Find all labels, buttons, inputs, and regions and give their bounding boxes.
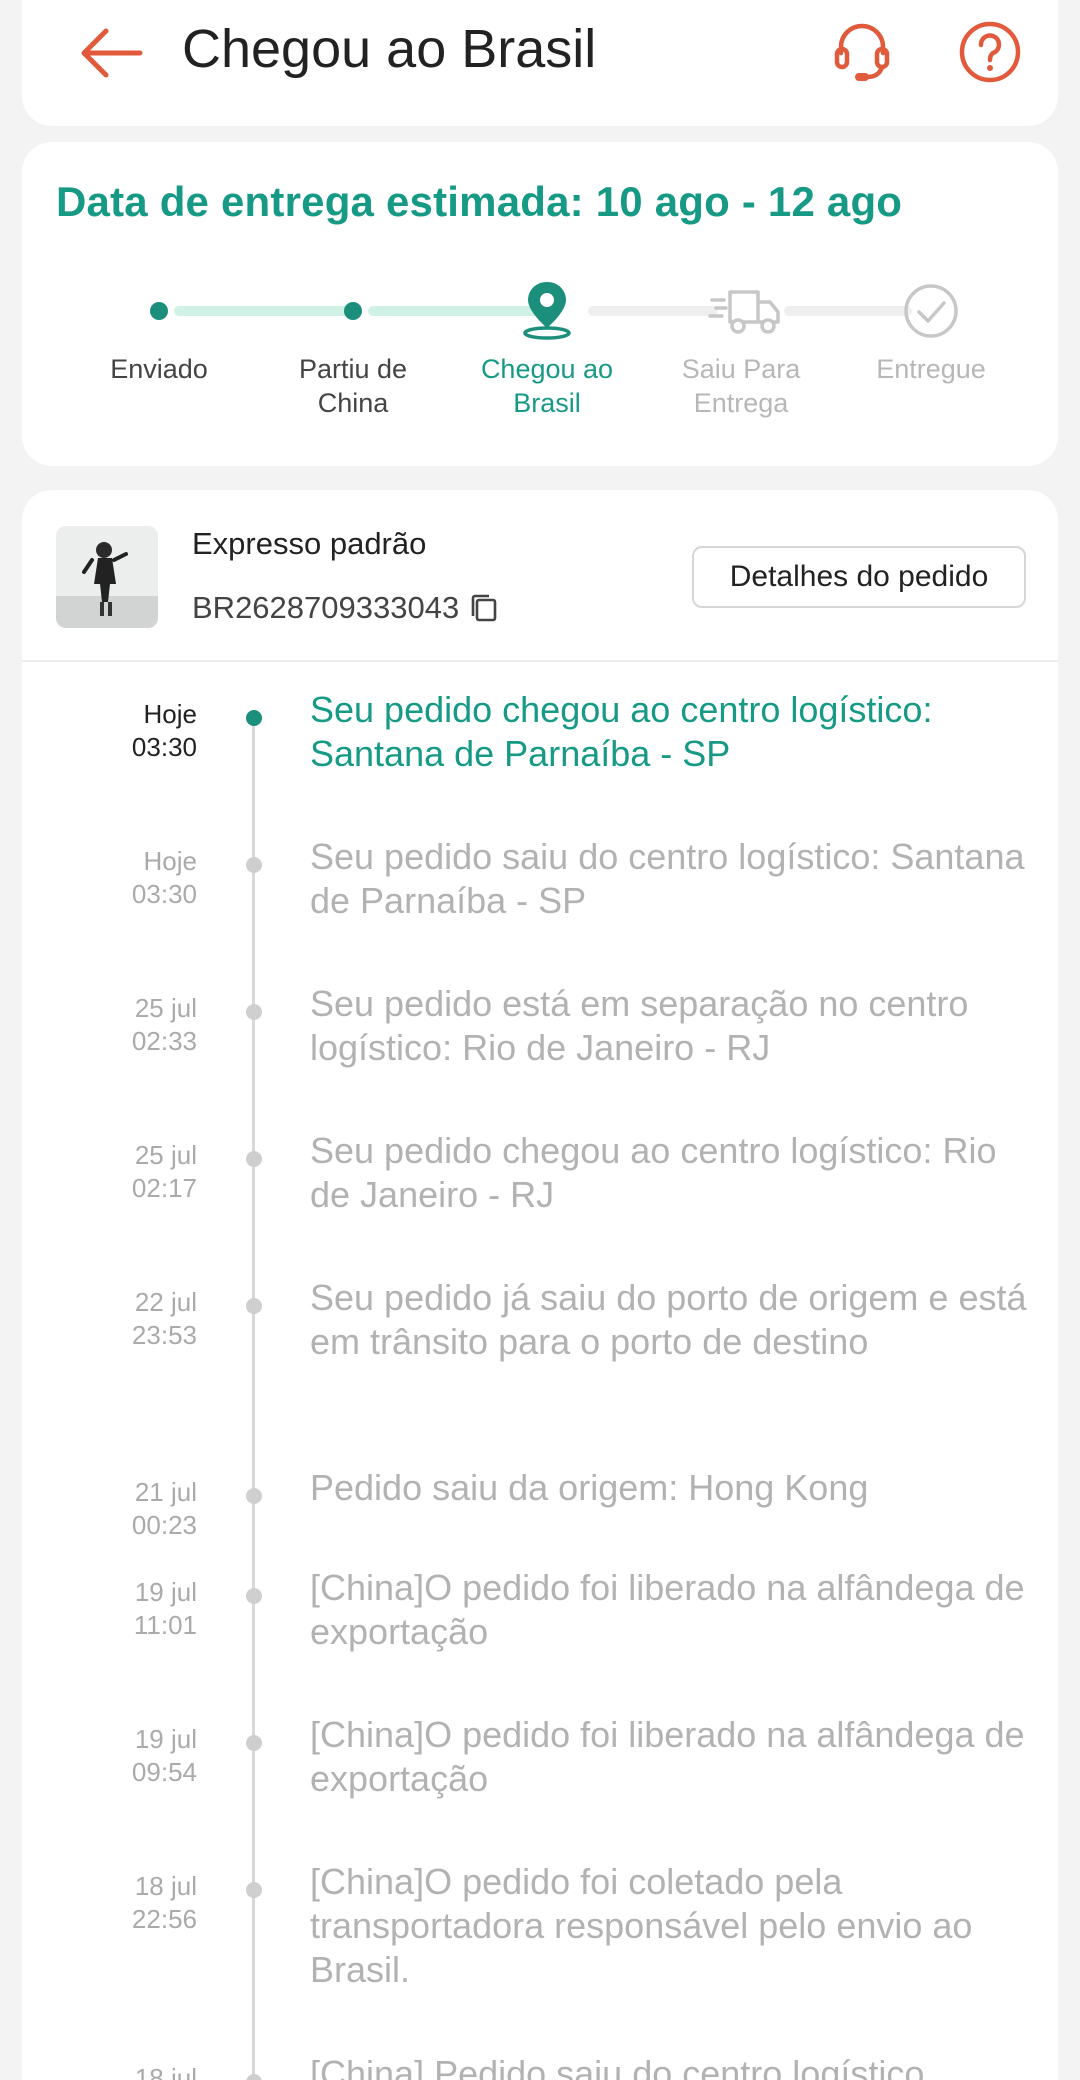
- tracking-page: Chegou ao Brasil Data de entrega estimad…: [0, 0, 1080, 2080]
- step-chegou-label: Chegou ao Brasil: [462, 352, 632, 420]
- event-text: Seu pedido chegou ao centro logístico: S…: [310, 689, 933, 774]
- event-time: 02:17: [131, 1173, 197, 1203]
- event-day: 19 jul: [134, 1724, 197, 1754]
- event-text: Seu pedido já saiu do porto de origem e …: [310, 1277, 1027, 1362]
- timeline-dot: [246, 1151, 262, 1167]
- step-saiu-label: Saiu Para Entrega: [656, 352, 826, 420]
- event-day: 19 jul: [134, 1577, 197, 1607]
- timeline-dot: [246, 1588, 262, 1604]
- step-label-line: Entrega: [693, 388, 789, 418]
- divider: [22, 660, 1058, 662]
- event-date: 18 jul: [72, 2062, 197, 2080]
- event-date: 22 jul 23:53: [72, 1286, 197, 1352]
- event-time: 03:30: [131, 732, 197, 762]
- event-date: 18 jul 22:56: [72, 1870, 197, 1936]
- progress-line: [588, 306, 718, 316]
- truck-icon: [708, 290, 780, 334]
- event-time: 03:30: [131, 879, 197, 909]
- help-button[interactable]: [950, 14, 1030, 90]
- step-label-line: Chegou ao: [480, 354, 614, 384]
- copy-icon[interactable]: [469, 592, 499, 624]
- progress-line: [174, 306, 360, 316]
- estimated-delivery: Data de entrega estimada: 10 ago - 12 ag…: [56, 178, 903, 225]
- timeline-dot: [246, 1488, 262, 1504]
- event-date: 25 jul 02:17: [72, 1139, 197, 1205]
- check-circle-icon: [904, 284, 958, 338]
- event-date: 19 jul 09:54: [72, 1723, 197, 1789]
- timeline-dot: [246, 1882, 262, 1898]
- event-date: 19 jul 11:01: [72, 1576, 197, 1642]
- event-day: 21 jul: [134, 1477, 197, 1507]
- event-text: [China]O pedido foi coletado pela transp…: [310, 1861, 973, 1990]
- event-time: 02:33: [131, 1026, 197, 1056]
- event-text: Seu pedido está em separação no centro l…: [310, 983, 969, 1068]
- step-label-line: Partiu de: [298, 354, 408, 384]
- event-text: Pedido saiu da origem: Hong Kong: [310, 1467, 869, 1508]
- event-date: 21 jul 00:23: [72, 1476, 197, 1542]
- help-circle-icon: [959, 21, 1021, 83]
- step-enviado-dot: [150, 302, 168, 320]
- event-time: 23:53: [131, 1320, 197, 1350]
- event-day: Hoje: [143, 846, 197, 876]
- timeline-dot: [246, 2074, 262, 2080]
- event-time: 11:01: [133, 1610, 197, 1640]
- event-text: Seu pedido saiu do centro logístico: San…: [310, 836, 1025, 921]
- step-label-line: China: [317, 388, 389, 418]
- event-date: Hoje 03:30: [72, 845, 197, 911]
- step-entregue-label: Entregue: [846, 352, 1016, 386]
- event-text: [China] Pedido saiu do centro logístico: [310, 2053, 925, 2080]
- timeline-dot: [246, 710, 262, 726]
- event-day: 18 jul: [134, 2063, 197, 2080]
- progress-line: [784, 306, 912, 316]
- step-partiu-dot: [344, 302, 362, 320]
- product-image: [56, 526, 158, 628]
- timeline-line: [252, 712, 255, 2080]
- event-time: 00:23: [131, 1510, 197, 1540]
- event-text: [China]O pedido foi liberado na alfândeg…: [310, 1567, 1025, 1652]
- step-label-line: Enviado: [110, 354, 208, 384]
- tracking-number-row: BR2628709333043: [192, 590, 499, 626]
- timeline-dot: [246, 1298, 262, 1314]
- order-details-button[interactable]: Detalhes do pedido: [692, 546, 1026, 608]
- top-bar: Chegou ao Brasil: [22, 0, 1058, 126]
- event-day: 18 jul: [134, 1871, 197, 1901]
- event-day: 25 jul: [134, 993, 197, 1023]
- event-time: 09:54: [131, 1757, 197, 1787]
- timeline-dot: [246, 1004, 262, 1020]
- timeline-dot: [246, 1735, 262, 1751]
- step-partiu-label: Partiu de China: [268, 352, 438, 420]
- step-enviado-label: Enviado: [74, 352, 244, 386]
- step-label-line: Saiu Para: [681, 354, 801, 384]
- location-pin-icon: [523, 282, 571, 340]
- back-arrow-icon: [81, 28, 143, 78]
- event-text: [China]O pedido foi liberado na alfândeg…: [310, 1714, 1025, 1799]
- event-day: 25 jul: [134, 1140, 197, 1170]
- product-thumbnail[interactable]: [56, 526, 158, 628]
- support-button[interactable]: [822, 14, 902, 90]
- event-day: 22 jul: [134, 1287, 197, 1317]
- page-title: Chegou ao Brasil: [182, 19, 597, 79]
- back-button[interactable]: [72, 18, 152, 88]
- event-date: 25 jul 02:33: [72, 992, 197, 1058]
- step-label-line: Brasil: [513, 388, 581, 418]
- step-label-line: Entregue: [876, 354, 986, 384]
- tracking-number: BR2628709333043: [192, 590, 460, 625]
- event-date: Hoje 03:30: [72, 698, 197, 764]
- shipping-method: Expresso padrão: [192, 526, 427, 561]
- tracking-card: Expresso padrão BR2628709333043 Detalhes…: [22, 490, 1058, 2080]
- timeline-dot: [246, 857, 262, 873]
- headset-icon: [834, 23, 890, 81]
- event-text: Seu pedido chegou ao centro logístico: R…: [310, 1130, 997, 1215]
- delivery-progress-card: Data de entrega estimada: 10 ago - 12 ag…: [22, 142, 1058, 466]
- event-day: Hoje: [143, 699, 197, 729]
- event-time: 22:56: [131, 1904, 197, 1934]
